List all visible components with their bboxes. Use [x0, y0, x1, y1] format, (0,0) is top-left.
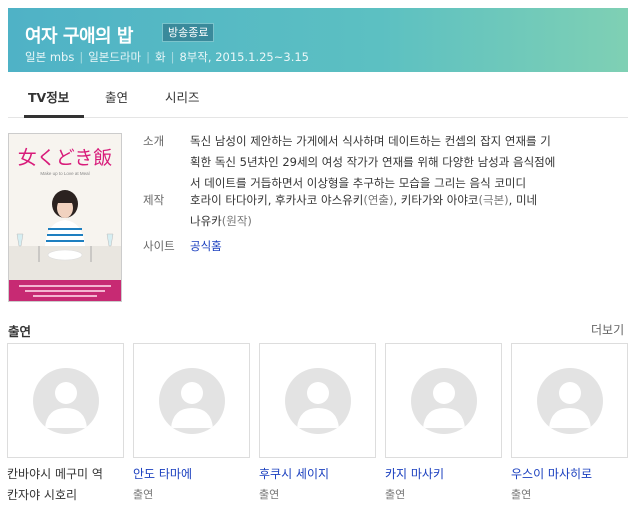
cast-section-title: 출연 — [8, 324, 32, 339]
cast-role[interactable]: 칸자야 시호리 — [7, 486, 77, 503]
meta-genre: 일본드라마 — [88, 50, 142, 64]
official-site-link[interactable]: 공식홈 — [190, 236, 610, 257]
cast-card[interactable]: 안도 타마에 출연 — [133, 343, 250, 501]
meta-episodes-dates: 8부작, 2015.1.25~3.15 — [179, 50, 309, 64]
synopsis-text: 독신 남성이 제안하는 가게에서 식사하며 데이트하는 컨셉의 잡지 연재를 기… — [190, 131, 610, 194]
director-role: (연출) — [363, 193, 394, 207]
cast-name[interactable]: 카지 마사키 — [385, 465, 444, 482]
person-icon — [285, 368, 351, 434]
program-meta: 일본 mbs | 일본드라마 | 화 | 8부작, 2015.1.25~3.15 — [25, 49, 309, 65]
writer-name: , 키타가와 아야코 — [393, 193, 479, 207]
original-author-name-part: , 미네 — [508, 193, 538, 207]
person-icon — [33, 368, 99, 434]
meta-airday: 화 — [154, 50, 166, 64]
synopsis-line: 독신 남성이 제안하는 가게에서 식사하며 데이트하는 컨셉의 잡지 연재를 기 — [190, 134, 551, 148]
program-title: 여자 구애의 밥 — [25, 26, 133, 47]
synopsis-label: 소개 — [143, 134, 165, 148]
tab-series[interactable]: 시리즈 — [165, 87, 200, 106]
cast-name[interactable]: 안도 타마에 — [133, 465, 192, 482]
director-names: 호라이 타다아키, 후카사코 야스유키 — [190, 193, 364, 207]
tab-tv-info[interactable]: TV정보 — [28, 87, 69, 106]
person-icon — [411, 368, 477, 434]
poster-image: 女くどき飯 Make up to Love at Meal — [9, 134, 121, 301]
poster-caption: Make up to Love at Meal — [40, 171, 89, 176]
status-badge: 방송종료 — [162, 23, 215, 42]
synopsis-line: 획한 독신 5년차인 29세의 여성 작가가 연재를 위해 다양한 남성과 음식… — [190, 155, 556, 169]
tab-cast[interactable]: 출연 — [105, 87, 128, 106]
cast-photo-placeholder[interactable] — [7, 343, 124, 458]
meta-separator: | — [170, 50, 175, 64]
person-icon — [537, 368, 603, 434]
cast-role: 출연 — [133, 488, 154, 501]
cast-card[interactable]: 칸바야시 메구미 역 칸자야 시호리 — [7, 343, 124, 502]
tab-bar: TV정보 출연 시리즈 — [8, 80, 628, 118]
cast-card[interactable]: 카지 마사키 출연 — [385, 343, 502, 501]
meta-separator: | — [79, 50, 84, 64]
program-header: 여자 구애의 밥 방송종료 일본 mbs | 일본드라마 | 화 | 8부작, 2015.1… — [8, 8, 628, 72]
meta-separator: | — [146, 50, 150, 64]
cast-photo-placeholder[interactable] — [133, 343, 250, 458]
production-label: 제작 — [143, 193, 165, 207]
meta-broadcaster: 일본 mbs — [25, 50, 75, 64]
cast-role: 출연 — [259, 488, 280, 501]
person-icon — [159, 368, 225, 434]
poster-title: 女くどき飯 — [18, 147, 112, 169]
more-link[interactable]: 더보기 — [591, 321, 624, 338]
cast-name[interactable]: 우스이 마사히로 — [511, 465, 592, 482]
cast-role: 출연 — [385, 488, 406, 501]
cast-photo-placeholder[interactable] — [385, 343, 502, 458]
production-credits: 호라이 타다아키, 후카사코 야스유키(연출), 키타가와 아야코(극본), 미… — [190, 190, 610, 232]
cast-photo-placeholder[interactable] — [511, 343, 628, 458]
active-tab-indicator — [24, 115, 84, 118]
site-label: 사이트 — [143, 239, 175, 253]
cast-card[interactable]: 후쿠시 세이지 출연 — [259, 343, 376, 501]
cast-card[interactable]: 우스이 마사히로 출연 — [511, 343, 628, 501]
cast-role: 출연 — [511, 488, 532, 501]
original-author-role: (원작) — [221, 214, 252, 228]
cast-name[interactable]: 후쿠시 세이지 — [259, 465, 329, 482]
cast-name[interactable]: 칸바야시 메구미 역 — [7, 465, 103, 482]
original-author-name-rest: 나유카 — [190, 214, 222, 228]
writer-role: (극본) — [478, 193, 509, 207]
program-poster[interactable]: 女くどき飯 Make up to Love at Meal — [8, 133, 122, 302]
cast-photo-placeholder[interactable] — [259, 343, 376, 458]
